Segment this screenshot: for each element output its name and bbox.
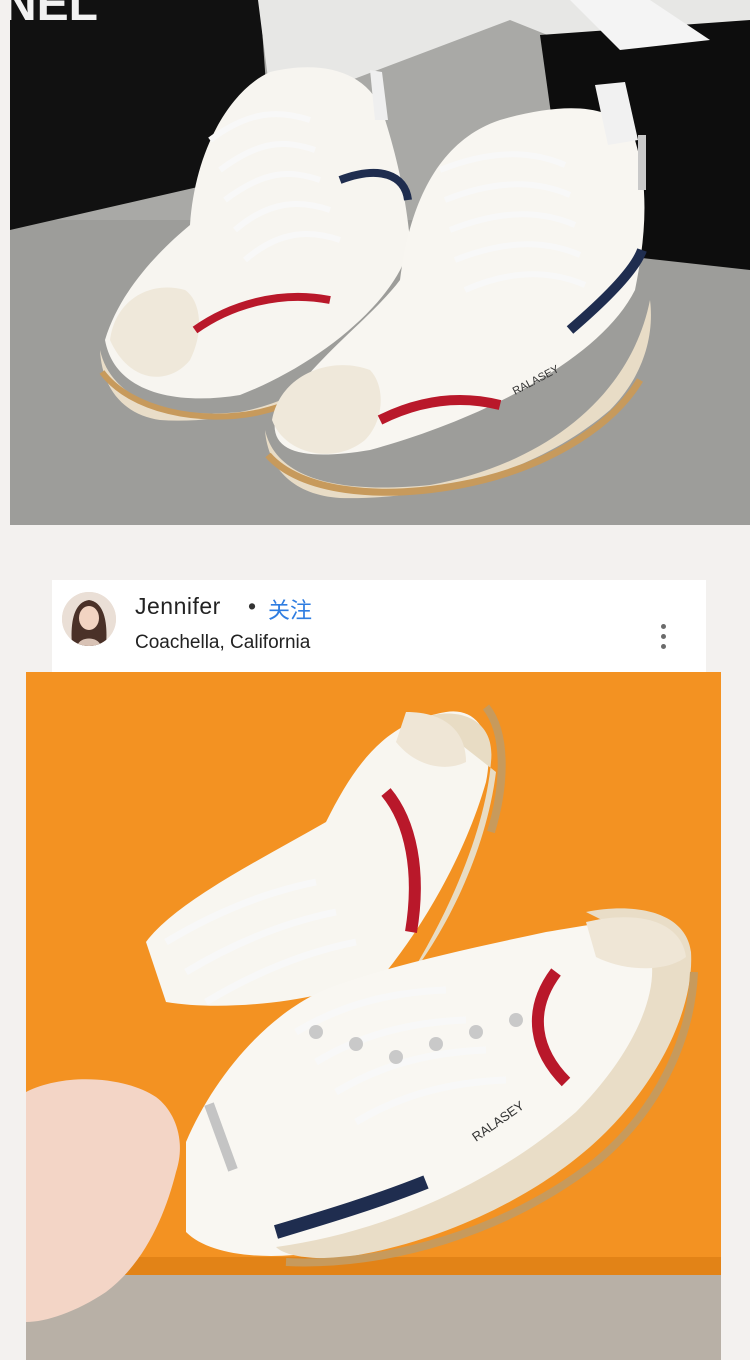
follow-button[interactable]: 关注 xyxy=(268,593,312,625)
separator-dot: • xyxy=(248,593,257,619)
box-brand-text: NEL xyxy=(10,0,98,31)
post-header-card: Jennifer • 关注 Coachella, California xyxy=(52,580,706,672)
product-photo-top: NEL RALASEY xyxy=(10,0,750,525)
avatar[interactable] xyxy=(62,592,116,646)
username[interactable]: Jennifer xyxy=(135,593,221,620)
more-options-icon[interactable] xyxy=(658,624,668,654)
section-gap xyxy=(0,525,750,580)
product-photo-bottom: RALASEY xyxy=(26,672,721,1360)
location-label[interactable]: Coachella, California xyxy=(135,632,310,654)
